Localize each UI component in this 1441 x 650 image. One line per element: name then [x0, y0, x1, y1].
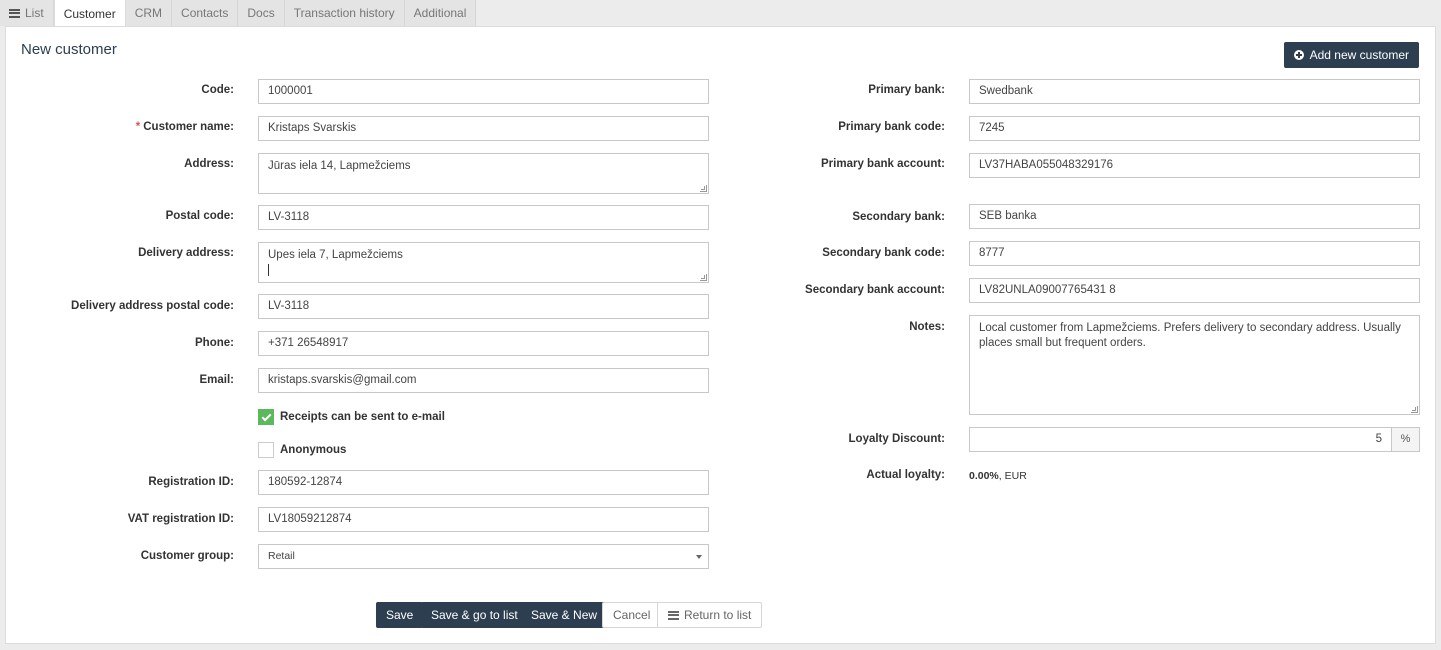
- cancel-button[interactable]: Cancel: [602, 602, 662, 628]
- return-to-list-button[interactable]: Return to list: [657, 602, 763, 628]
- resize-grip-icon[interactable]: [1411, 406, 1418, 413]
- address-label: Address:: [184, 158, 234, 170]
- secondary-bank-code-label: Secondary bank code:: [822, 247, 945, 259]
- customer-group-select[interactable]: Retail: [258, 544, 709, 569]
- secondary-bank-account-input[interactable]: LV82UNLA09007765431 8: [969, 278, 1420, 303]
- caret-down-icon: [696, 555, 702, 559]
- customer-form-panel: New customer Add new customer Code: 1000…: [5, 26, 1436, 644]
- notes-value: Local customer from Lapmežciems. Prefers…: [979, 322, 1401, 349]
- tab-additional[interactable]: Additional: [404, 0, 477, 26]
- delivery-postal-code-label: Delivery address postal code:: [71, 300, 234, 312]
- registration-id-input[interactable]: 180592-12874: [258, 470, 709, 495]
- delivery-address-textarea[interactable]: Upes iela 7, Lapmežciems: [258, 242, 709, 283]
- required-mark: *: [135, 121, 141, 133]
- tab-bar: List Customer CRM Contacts Docs Transact…: [0, 0, 477, 27]
- list-icon: [668, 610, 679, 620]
- primary-bank-code-input[interactable]: 7245: [969, 116, 1420, 141]
- phone-label: Phone:: [195, 337, 234, 349]
- save-button[interactable]: Save: [376, 602, 424, 628]
- code-label: Code:: [201, 84, 234, 96]
- primary-bank-account-label: Primary bank account:: [821, 158, 945, 170]
- customer-group-value: Retail: [268, 550, 295, 562]
- tab-crm[interactable]: CRM: [125, 0, 173, 26]
- registration-id-label: Registration ID:: [148, 476, 234, 488]
- postal-code-label: Postal code:: [165, 210, 234, 222]
- primary-bank-input[interactable]: Swedbank: [969, 79, 1420, 104]
- tab-list[interactable]: List: [0, 0, 54, 26]
- address-value: Jūras iela 14, Lapmežciems: [268, 160, 411, 172]
- vat-registration-id-input[interactable]: LV18059212874: [258, 507, 709, 532]
- save-new-button[interactable]: Save & New: [521, 602, 608, 628]
- text-cursor: [268, 264, 269, 276]
- actual-loyalty-label: Actual loyalty:: [866, 469, 945, 481]
- tab-contacts[interactable]: Contacts: [172, 0, 239, 26]
- percent-addon: %: [1391, 427, 1420, 452]
- postal-code-input[interactable]: LV-3118: [258, 205, 709, 230]
- loyalty-discount-input[interactable]: 5: [969, 427, 1392, 452]
- anonymous-checkbox[interactable]: [258, 442, 274, 458]
- secondary-bank-label: Secondary bank:: [852, 211, 945, 223]
- secondary-bank-code-input[interactable]: 8777: [969, 241, 1420, 266]
- tab-transaction-history[interactable]: Transaction history: [284, 0, 405, 26]
- customer-group-label: Customer group:: [140, 550, 234, 562]
- code-input[interactable]: 1000001: [258, 79, 709, 104]
- check-icon: [261, 411, 272, 422]
- page-title: New customer: [21, 41, 117, 58]
- plus-circle-icon: [1293, 50, 1304, 60]
- primary-bank-account-input[interactable]: LV37HABA055048329176: [969, 153, 1420, 178]
- notes-textarea[interactable]: Local customer from Lapmežciems. Prefers…: [969, 315, 1420, 415]
- delivery-address-label: Delivery address:: [138, 247, 234, 259]
- add-new-customer-button[interactable]: Add new customer: [1283, 42, 1419, 68]
- email-input[interactable]: kristaps.svarskis@gmail.com: [258, 368, 709, 393]
- list-icon: [9, 8, 20, 18]
- secondary-bank-input[interactable]: SEB banka: [969, 204, 1420, 229]
- phone-input[interactable]: +371 26548917: [258, 331, 709, 356]
- customer-name-input[interactable]: Kristaps Svarskis: [258, 116, 709, 141]
- anonymous-label: Anonymous: [280, 444, 347, 456]
- email-label: Email:: [199, 374, 234, 386]
- delivery-address-value: Upes iela 7, Lapmežciems: [268, 249, 403, 261]
- receipts-email-label: Receipts can be sent to e-mail: [280, 411, 445, 423]
- resize-grip-icon[interactable]: [700, 185, 707, 192]
- add-new-customer-label: Add new customer: [1309, 48, 1409, 62]
- tab-list-label: List: [25, 6, 44, 20]
- return-to-list-label: Return to list: [684, 608, 752, 622]
- primary-bank-code-label: Primary bank code:: [838, 121, 945, 133]
- secondary-bank-account-label: Secondary bank account:: [805, 284, 945, 296]
- actual-loyalty-value: 0.00%, EUR: [969, 470, 1027, 482]
- notes-label: Notes:: [909, 321, 945, 333]
- tab-docs[interactable]: Docs: [238, 0, 285, 26]
- receipts-email-checkbox[interactable]: [258, 409, 274, 425]
- loyalty-discount-label: Loyalty Discount:: [848, 433, 945, 445]
- vat-registration-id-label: VAT registration ID:: [127, 513, 234, 525]
- resize-grip-icon[interactable]: [700, 274, 707, 281]
- save-go-to-list-button[interactable]: Save & go to list: [421, 602, 528, 628]
- address-textarea[interactable]: Jūras iela 14, Lapmežciems: [258, 153, 709, 194]
- primary-bank-label: Primary bank:: [868, 84, 945, 96]
- customer-name-label: * Customer name:: [135, 121, 234, 133]
- tab-customer[interactable]: Customer: [53, 0, 126, 27]
- delivery-postal-code-input[interactable]: LV-3118: [258, 294, 709, 319]
